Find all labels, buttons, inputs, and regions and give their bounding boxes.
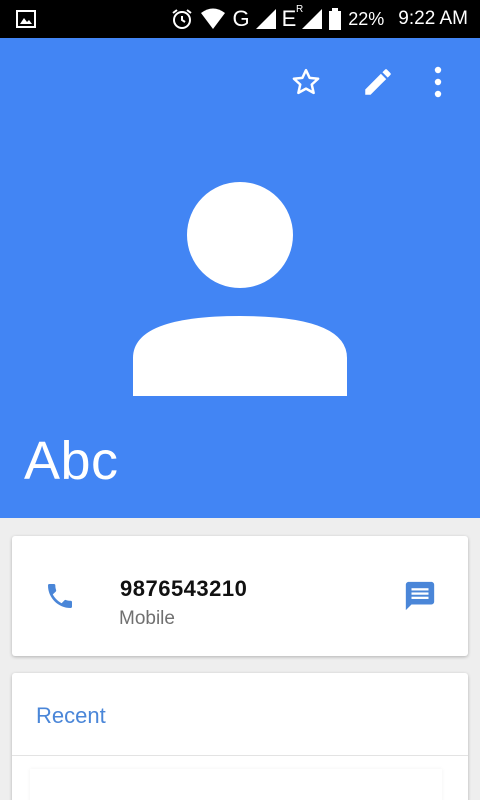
contact-name: Abc	[24, 431, 119, 491]
recent-section-title: Recent	[36, 703, 106, 728]
favorite-button[interactable]	[282, 58, 330, 106]
network-type-e: ER	[281, 4, 304, 31]
contact-header: Abc	[0, 38, 480, 518]
network-type-g: G	[232, 6, 250, 31]
more-vert-icon	[434, 66, 442, 98]
phone-icon[interactable]	[44, 580, 76, 612]
phone-number[interactable]: 9876543210	[106, 574, 298, 604]
battery-icon	[329, 8, 342, 30]
gallery-notification-icon	[16, 10, 36, 28]
signal-icon-1	[255, 9, 276, 29]
recent-list-item[interactable]	[30, 769, 442, 800]
status-bar: G ER 22% 9:22 AM	[0, 0, 480, 38]
edit-button[interactable]	[354, 58, 402, 106]
contact-avatar-placeholder	[133, 182, 347, 396]
phone-card[interactable]: 9876543210 Mobile	[12, 536, 468, 656]
roaming-indicator: R	[296, 4, 304, 15]
send-message-button[interactable]	[396, 572, 444, 620]
signal-icon-2	[302, 9, 323, 29]
wifi-icon	[201, 8, 226, 29]
edit-pencil-icon	[365, 69, 391, 95]
battery-percent: 22%	[348, 8, 385, 29]
clock-time: 9:22 AM	[398, 8, 468, 29]
divider	[12, 755, 468, 756]
more-options-button[interactable]	[414, 58, 462, 106]
phone-type-label: Mobile	[119, 608, 175, 629]
alarm-icon	[172, 9, 193, 29]
message-icon	[405, 581, 435, 611]
star-outline-icon	[292, 68, 320, 95]
recent-card: Recent	[12, 673, 468, 800]
